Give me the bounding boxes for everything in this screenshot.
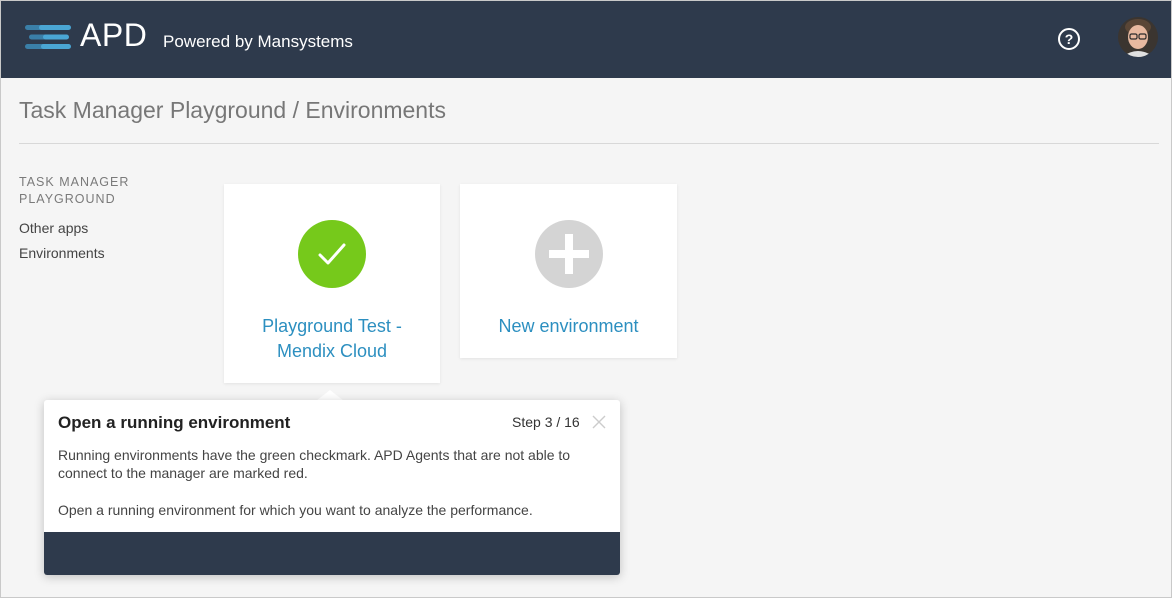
tooltip-paragraph-2: Open a running environment for which you… xyxy=(58,502,533,518)
brand-name[interactable]: APD xyxy=(80,17,147,54)
tour-tooltip: Open a running environment Step 3 / 16 R… xyxy=(44,400,620,575)
add-environment-indicator xyxy=(534,220,603,288)
new-environment-card[interactable]: New environment xyxy=(460,184,677,358)
environment-name-line2: Mendix Cloud xyxy=(276,341,388,361)
apd-logo-icon xyxy=(25,25,71,49)
top-navigation-bar: APD Powered by Mansystems ? xyxy=(1,1,1171,78)
avatar-image xyxy=(1118,17,1158,57)
tooltip-title: Open a running environment xyxy=(58,413,291,432)
close-icon[interactable] xyxy=(590,413,608,431)
environment-card-playground-test[interactable]: Playground Test - Mendix Cloud xyxy=(224,184,440,383)
sidebar-heading: TASK MANAGER PLAYGROUND xyxy=(19,175,130,206)
running-status-indicator xyxy=(298,220,366,288)
sidebar-item-environments[interactable]: Environments xyxy=(19,245,105,261)
environment-name-line1: Playground Test - xyxy=(262,316,402,336)
tooltip-paragraph-1: Running environments have the green chec… xyxy=(58,447,571,481)
title-divider xyxy=(19,143,1159,144)
help-icon[interactable]: ? xyxy=(1058,28,1080,50)
new-environment-label: New environment xyxy=(498,316,639,336)
plus-icon xyxy=(548,234,589,274)
tooltip-footer xyxy=(44,532,620,575)
tooltip-step-counter: Step 3 / 16 xyxy=(512,414,580,430)
sidebar-item-other-apps[interactable]: Other apps xyxy=(19,220,88,236)
brand-tagline: Powered by Mansystems xyxy=(163,32,353,51)
checkmark-icon xyxy=(318,243,346,265)
user-avatar[interactable] xyxy=(1118,17,1158,57)
page-title: Task Manager Playground / Environments xyxy=(19,97,446,123)
